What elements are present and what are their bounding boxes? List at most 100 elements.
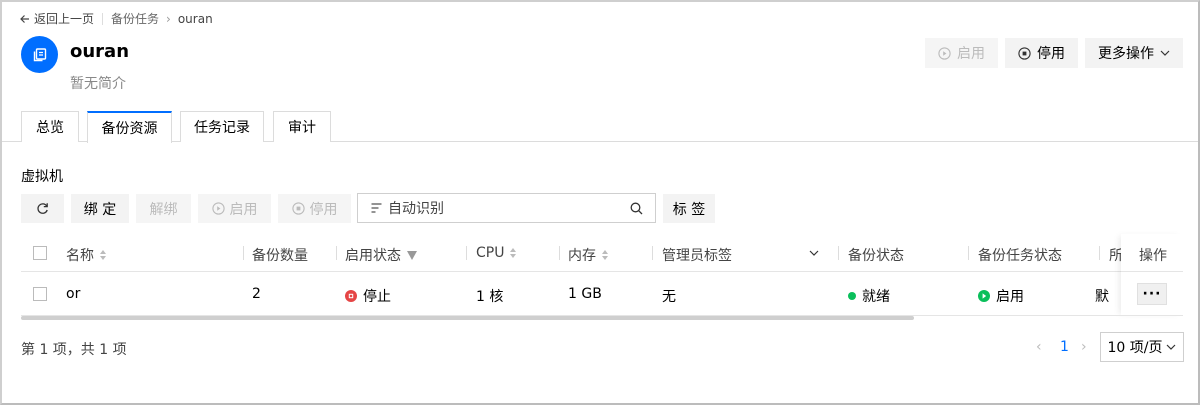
column-header-backup-count: 备份数量 bbox=[252, 245, 308, 265]
column-header-admin-tag: 管理员标签 bbox=[662, 245, 732, 265]
cell-admin-tag: 无 bbox=[662, 289, 676, 305]
cell-backup-count-link[interactable]: 2 bbox=[252, 286, 261, 302]
refresh-button[interactable] bbox=[21, 194, 64, 223]
column-header-memory-label: 内存 bbox=[568, 248, 596, 264]
sort-icon[interactable] bbox=[510, 248, 517, 258]
tab-task-records-label: 任务记录 bbox=[194, 120, 250, 136]
more-actions-label: 更多操作 bbox=[1098, 46, 1154, 62]
page-size-label: 10 项/页 bbox=[1107, 340, 1163, 356]
enable-button[interactable]: 启用 bbox=[198, 194, 271, 223]
breadcrumb-parent[interactable]: 备份任务 bbox=[111, 10, 159, 27]
column-header-name-label: 名称 bbox=[66, 248, 94, 264]
cell-enable-status: 停止 bbox=[345, 286, 391, 306]
cell-name-link[interactable]: or bbox=[66, 286, 80, 302]
cell-task-status: 启用 bbox=[978, 286, 1024, 306]
disable-button[interactable]: 停用 bbox=[278, 194, 351, 223]
chevron-down-icon[interactable] bbox=[809, 250, 819, 256]
tab-overview-label: 总览 bbox=[36, 120, 64, 136]
play-status-icon bbox=[978, 290, 990, 302]
column-header-name[interactable]: 名称 bbox=[66, 245, 106, 265]
column-divider bbox=[466, 246, 467, 260]
section-title: 虚拟机 bbox=[21, 169, 63, 185]
filter-lines-icon bbox=[371, 203, 382, 213]
task-avatar bbox=[21, 36, 58, 73]
page-description: 暂无简介 bbox=[70, 76, 126, 92]
tab-audit[interactable]: 审计 bbox=[273, 111, 331, 142]
sort-icon[interactable] bbox=[602, 250, 608, 260]
tag-button[interactable]: 标 签 bbox=[663, 194, 715, 223]
column-header-enable-status[interactable]: 启用状态 bbox=[345, 245, 417, 265]
column-divider bbox=[1099, 246, 1100, 260]
tab-audit-label: 审计 bbox=[288, 120, 316, 136]
cell-cpu: 1 核 bbox=[476, 289, 504, 305]
more-dots-icon: ··· bbox=[1142, 286, 1162, 302]
chevron-down-icon bbox=[1160, 50, 1170, 56]
page-size-select[interactable]: 10 项/页 bbox=[1100, 332, 1184, 362]
row-more-button[interactable]: ··· bbox=[1137, 283, 1167, 305]
current-page[interactable]: 1 bbox=[1060, 339, 1069, 355]
column-header-ops: 操作 bbox=[1139, 248, 1167, 264]
column-header-memory[interactable]: 内存 bbox=[568, 245, 608, 265]
stop-circle-icon bbox=[291, 202, 305, 215]
column-header-backup-status-label: 备份状态 bbox=[848, 248, 904, 264]
cell-backup-status-label: 就绪 bbox=[862, 289, 890, 305]
backup-task-icon bbox=[33, 47, 46, 61]
cell-backup-status: 就绪 bbox=[848, 286, 890, 306]
disable-button-label: 停用 bbox=[309, 201, 338, 218]
row-checkbox[interactable] bbox=[33, 287, 47, 301]
column-header-admin-tag-label: 管理员标签 bbox=[662, 248, 732, 264]
stop-circle-icon bbox=[1018, 46, 1031, 60]
unbind-button-label: 解绑 bbox=[149, 201, 178, 218]
unbind-button[interactable]: 解绑 bbox=[136, 194, 191, 223]
column-divider bbox=[243, 246, 244, 260]
breadcrumb-current: ouran bbox=[177, 11, 213, 26]
select-all-checkbox[interactable] bbox=[33, 246, 47, 260]
stop-status-icon bbox=[345, 290, 357, 302]
play-circle-icon bbox=[938, 46, 951, 60]
table-header-divider bbox=[21, 271, 1183, 272]
tab-overview[interactable]: 总览 bbox=[21, 111, 79, 142]
chevron-down-icon bbox=[1167, 344, 1176, 350]
cell-owner: 默 bbox=[1095, 289, 1109, 305]
breadcrumb-divider bbox=[102, 12, 104, 25]
tab-backup-resources[interactable]: 备份资源 bbox=[87, 111, 172, 143]
column-divider bbox=[968, 246, 969, 260]
breadcrumb: 返回上一页 备份任务 › ouran bbox=[20, 10, 213, 27]
tab-backup-resources-label: 备份资源 bbox=[101, 121, 158, 137]
table-header-divider bbox=[1121, 271, 1183, 272]
status-dot-icon bbox=[848, 292, 856, 300]
page-title: ouran bbox=[70, 41, 130, 62]
horizontal-scrollbar[interactable] bbox=[21, 316, 914, 320]
search-input[interactable]: 自动识别 bbox=[357, 193, 656, 223]
next-page-icon[interactable]: › bbox=[1081, 339, 1087, 355]
arrow-left-icon bbox=[20, 14, 29, 23]
column-divider bbox=[838, 246, 839, 260]
more-actions-button[interactable]: 更多操作 bbox=[1085, 38, 1183, 68]
cell-task-status-label: 启用 bbox=[996, 289, 1024, 305]
search-icon[interactable] bbox=[630, 202, 643, 215]
bind-button[interactable]: 绑 定 bbox=[71, 194, 129, 223]
column-divider bbox=[559, 246, 560, 260]
header-disable-button[interactable]: 停用 bbox=[1005, 38, 1078, 68]
column-header-cpu[interactable]: CPU bbox=[476, 245, 517, 261]
header-enable-label: 启用 bbox=[957, 46, 985, 62]
column-divider bbox=[336, 246, 337, 260]
tag-button-label: 标 签 bbox=[672, 201, 706, 218]
filter-icon[interactable] bbox=[407, 250, 417, 260]
column-header-enable-status-label: 启用状态 bbox=[345, 248, 401, 264]
enable-button-label: 启用 bbox=[229, 201, 258, 218]
column-header-backup-count-label: 备份数量 bbox=[252, 248, 308, 264]
header-enable-button[interactable]: 启用 bbox=[925, 38, 998, 68]
column-header-cpu-label: CPU bbox=[476, 245, 505, 261]
column-header-task-status: 备份任务状态 bbox=[978, 245, 1062, 265]
bind-button-label: 绑 定 bbox=[83, 201, 117, 218]
search-placeholder: 自动识别 bbox=[388, 201, 444, 217]
chevron-right-icon: › bbox=[166, 11, 171, 26]
cell-enable-status-label: 停止 bbox=[363, 289, 391, 305]
sort-icon[interactable] bbox=[100, 250, 106, 260]
header-disable-label: 停用 bbox=[1037, 46, 1065, 62]
prev-page-icon[interactable]: ‹ bbox=[1036, 339, 1042, 355]
column-header-backup-status: 备份状态 bbox=[848, 245, 904, 265]
tab-task-records[interactable]: 任务记录 bbox=[180, 111, 264, 142]
back-link[interactable]: 返回上一页 bbox=[20, 10, 94, 27]
